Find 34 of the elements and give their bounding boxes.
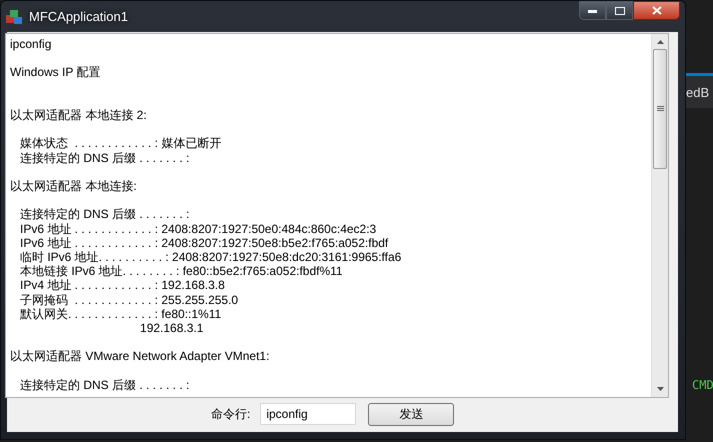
- output-line: 以太网适配器 VMware Network Adapter VMnet1:: [10, 349, 270, 364]
- maximize-icon: [614, 6, 624, 14]
- output-line: 以太网适配器 本地连接:: [10, 178, 137, 194]
- output-line: 连接特定的 DNS 后缀 . . . . . . . :: [19, 150, 190, 165]
- output-line: 临时 IPv6 地址. . . . . . . . . . : 2408:8207:1927:50e8:dc20:3161:9965:ffa6: [19, 250, 402, 264]
- output-line: IPv6 地址 . . . . . . . . . . . . : 2408:8207:1927:50e0:484c:860c:4ec2:3: [19, 222, 376, 236]
- output-line: 本地链接 IPv6 地址. . . . . . . . : fe80::b5e2:f765:a052:fbdf%11: [19, 264, 343, 278]
- command-input[interactable]: ipconfig: [260, 403, 356, 425]
- output-line: 192.168.3.1: [139, 320, 204, 336]
- tab-label: edB: [686, 84, 710, 100]
- output-line: ipconfig: [10, 37, 52, 52]
- close-icon: [652, 6, 662, 15]
- send-button[interactable]: 发送: [368, 402, 454, 426]
- scroll-down-icon[interactable]: [656, 387, 664, 391]
- command-label: 命令行:: [211, 406, 250, 422]
- close-button[interactable]: [633, 1, 680, 20]
- output-line: IPv6 地址 . . . . . . . . . . . . : 2408:8207:1927:50e8:b5e2:f765:a052:fbdf: [19, 236, 388, 250]
- output-line: 连接特定的 DNS 后缀 . . . . . . . :: [19, 207, 190, 222]
- app-icon: [5, 9, 23, 25]
- minimize-button[interactable]: [579, 1, 606, 20]
- output-line: 子网掩码 . . . . . . . . . . . . : 255.255.255.0: [19, 292, 238, 307]
- output-line: 连接特定的 DNS 后缀 . . . . . . . :: [19, 378, 190, 392]
- output-line: 默认网关. . . . . . . . . . . . . : fe80::1%11: [19, 306, 222, 321]
- scrollbar[interactable]: [651, 34, 668, 397]
- output-line: 以太网适配器 本地连接 2:: [10, 108, 147, 122]
- output-line: IPv4 地址 . . . . . . . . . . . . : 192.168.3.8: [19, 278, 225, 293]
- output-line: 媒体状态 . . . . . . . . . . . . : 媒体已断开: [19, 136, 222, 151]
- output-line: Windows IP 配置: [10, 65, 100, 80]
- minimize-icon: [588, 8, 597, 12]
- maximize-button[interactable]: [606, 1, 633, 20]
- grip-icon: [656, 106, 664, 112]
- scroll-up-icon[interactable]: [656, 40, 664, 44]
- window-title: MFCApplication1: [29, 9, 128, 24]
- console-text: CMD: [691, 378, 713, 392]
